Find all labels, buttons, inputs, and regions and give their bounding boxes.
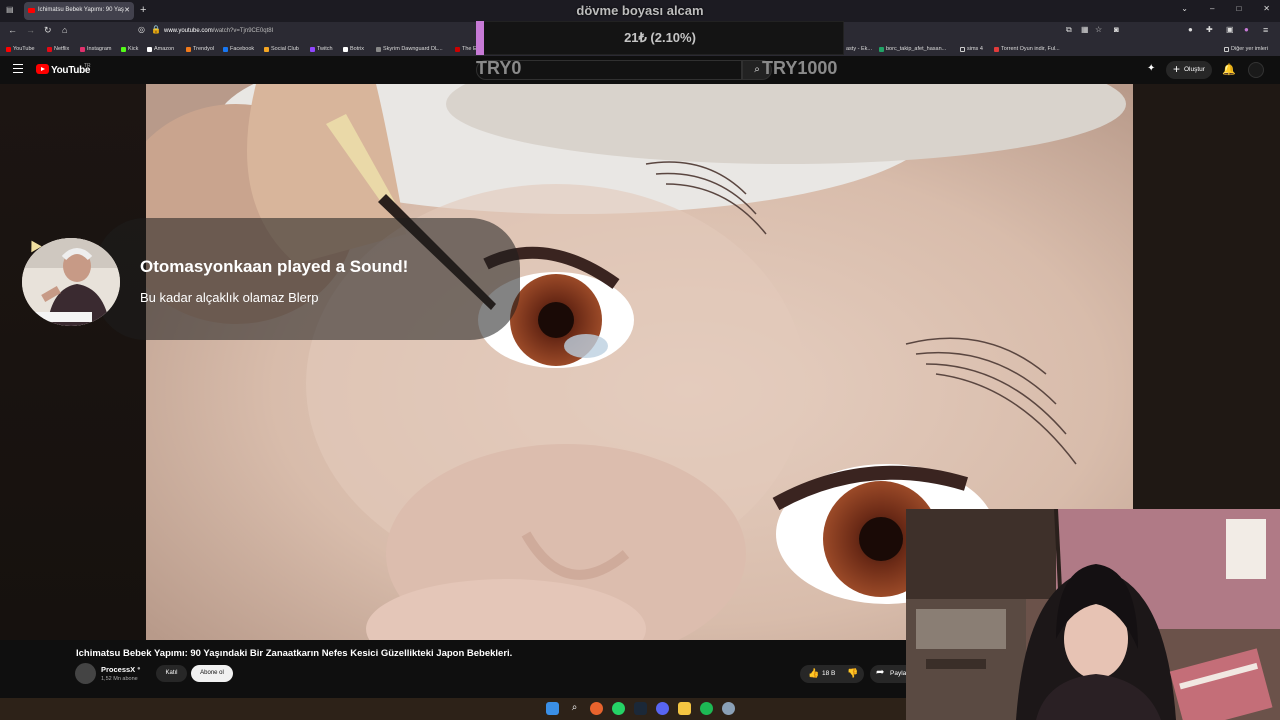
join-button[interactable]: Katıl: [156, 665, 187, 682]
forward-icon[interactable]: →: [26, 25, 35, 35]
bookmark-youtube[interactable]: YouTube: [6, 46, 35, 52]
address-bar[interactable]: www.youtube.com/watch?v=Tjn9CE0qt8I: [164, 28, 273, 34]
bell-icon[interactable]: 🔔: [1222, 63, 1236, 76]
other-bookmarks[interactable]: Diğer yer imleri: [1224, 46, 1268, 52]
verified-icon: ●: [137, 666, 141, 672]
ambient-left: [0, 84, 146, 640]
like-count: 18 B: [822, 670, 836, 677]
file-explorer-icon[interactable]: [678, 702, 691, 715]
windows-start-icon[interactable]: [546, 702, 559, 715]
thumbs-up-icon: 👍: [808, 668, 820, 678]
donation-goal-title: dövme boyası alcam: [576, 3, 704, 18]
create-button[interactable]: Oluştur: [1166, 61, 1212, 79]
reload-icon[interactable]: ↻: [44, 25, 52, 36]
profile-icon[interactable]: ●: [1244, 25, 1249, 34]
lock-icon: 🔒: [151, 25, 161, 34]
home-icon[interactable]: ⌂: [62, 25, 67, 35]
excel-icon: [879, 46, 884, 52]
translate-icon[interactable]: ▣: [1226, 25, 1234, 34]
alert-background: [95, 218, 520, 340]
netflix-icon: [47, 46, 52, 52]
amazon-icon: [147, 46, 152, 52]
account-icon[interactable]: ●: [1188, 25, 1193, 34]
webcam-feed-image: [906, 509, 1280, 720]
steam-icon[interactable]: [634, 702, 647, 715]
bookmark-skyrim[interactable]: Skyrim Dawnguard DL...: [376, 46, 443, 52]
extensions-icon[interactable]: ✚: [1206, 25, 1213, 34]
bookmark-kick[interactable]: Kick: [121, 46, 138, 52]
bookmark-social-club[interactable]: Social Club: [264, 46, 299, 52]
social-club-icon: [264, 46, 269, 52]
site-icon: [455, 46, 460, 52]
alert-message: Bu kadar alçaklık olamaz Blerp: [140, 290, 319, 305]
subscriber-count: 1,52 Mn abone: [101, 676, 138, 682]
extension-icon[interactable]: ⧉: [1066, 25, 1072, 35]
user-avatar[interactable]: [1248, 62, 1264, 78]
folder-icon: [1224, 46, 1229, 52]
alert-person-image: [22, 238, 120, 326]
skyrim-icon: [376, 46, 381, 52]
like-button[interactable]: 👍 18 B 👎: [800, 665, 864, 683]
bookmark-instagram[interactable]: Instagram: [80, 46, 111, 52]
bookmark-the-e[interactable]: The E: [455, 46, 477, 52]
windows-taskbar: [0, 698, 906, 720]
bookmark-star-icon[interactable]: ☆: [1095, 25, 1102, 34]
bookmark-asty[interactable]: asty - Ek...: [846, 46, 872, 52]
donation-goal-min: TRY0: [476, 58, 522, 78]
bookmark-sims4[interactable]: sims 4: [960, 46, 983, 52]
settings-gear-icon[interactable]: [722, 702, 735, 715]
search-icon: ⌕: [754, 64, 760, 75]
channel-name[interactable]: ProcessX: [101, 665, 135, 674]
bookmark-borc-takip[interactable]: borc_takip_afet_hasan...: [879, 46, 946, 52]
bookmark-botrix[interactable]: Botrix: [343, 46, 364, 52]
bookmark-amazon[interactable]: Amazon: [147, 46, 174, 52]
torrent-icon: [994, 46, 999, 52]
bookmark-twitch[interactable]: Twitch: [310, 46, 333, 52]
bookmark-facebook[interactable]: Facebook: [223, 46, 254, 52]
donation-goal-max: TRY1000: [762, 58, 838, 78]
thumbs-down-icon[interactable]: 👎: [847, 668, 858, 679]
whatsapp-icon[interactable]: [612, 702, 625, 715]
bookmark-torrent[interactable]: Torrent Oyun indir, Ful...: [994, 46, 1060, 52]
camera-icon[interactable]: ◙: [1114, 25, 1119, 34]
alert-title: Otomasyonkaan played a Sound!: [140, 257, 409, 276]
facebook-icon: [223, 46, 228, 52]
shield-icon[interactable]: ◎: [138, 25, 145, 34]
firefox-icon[interactable]: [590, 702, 603, 715]
youtube-logo-icon[interactable]: [36, 64, 49, 74]
twitch-icon: [310, 46, 315, 52]
instagram-icon: [80, 46, 85, 52]
webcam-overlay: [906, 509, 1280, 720]
bookmark-trendyol[interactable]: Trendyol: [186, 46, 214, 52]
botrix-icon: [343, 46, 348, 52]
taskbar-search-icon[interactable]: ⌕: [568, 702, 581, 715]
channel-avatar[interactable]: [75, 663, 96, 684]
spotify-icon[interactable]: [700, 702, 713, 715]
youtube-icon: [6, 46, 11, 52]
discord-icon[interactable]: [656, 702, 669, 715]
alert-avatar: [22, 238, 120, 326]
upload-icon[interactable]: ✦: [1147, 63, 1155, 74]
bookmark-netflix[interactable]: Netflix: [47, 46, 69, 52]
back-icon[interactable]: ←: [8, 25, 17, 35]
folder-icon: [960, 46, 965, 52]
subscribe-button[interactable]: Abone ol: [191, 665, 233, 682]
ambient-right: [1133, 84, 1280, 509]
reader-icon[interactable]: ▦: [1081, 25, 1089, 34]
trendyol-icon: [186, 46, 191, 52]
share-button[interactable]: ➦ Paylaş: [870, 665, 910, 683]
hamburger-menu-icon[interactable]: [13, 64, 23, 73]
video-title: Ichimatsu Bebek Yapımı: 90 Yaşındaki Bir…: [76, 648, 513, 659]
kick-icon: [121, 46, 126, 52]
url-path: /watch?v=Tjn9CE0qt8I: [212, 28, 274, 34]
url-host: www.youtube.com: [164, 28, 213, 34]
menu-icon[interactable]: ≡: [1263, 25, 1268, 35]
country-code: TR: [84, 63, 91, 69]
share-icon: ➦: [876, 667, 885, 678]
donation-goal-amount: 21₺ (2.10%): [624, 30, 696, 45]
